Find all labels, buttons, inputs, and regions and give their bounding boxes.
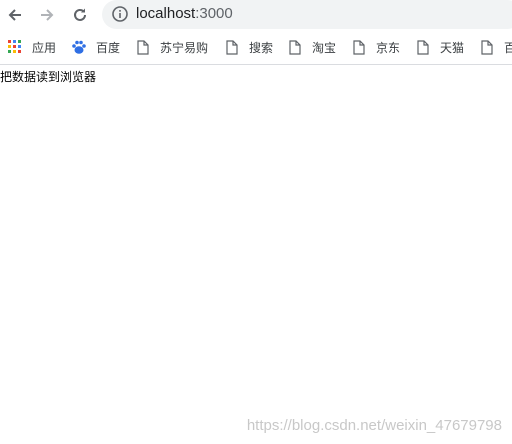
page-icon [351, 39, 367, 55]
page-icon [479, 39, 495, 55]
page-icon [415, 39, 431, 55]
bookmark-taobao[interactable]: 淘宝 [287, 37, 336, 57]
info-icon[interactable] [112, 6, 128, 22]
back-button[interactable] [4, 4, 26, 26]
bookmark-search[interactable]: 搜索 [224, 37, 273, 57]
bookmark-label: 苏宁易购 [160, 40, 209, 55]
page-icon [287, 39, 303, 55]
bookmarks-bar: 应用 百度 苏宁易购 搜索 淘宝 京东 天猫 百 [0, 30, 512, 65]
forward-arrow-icon [41, 9, 54, 21]
page-body-text: 把数据读到浏览器 [0, 70, 97, 84]
bookmark-label: 搜索 [249, 40, 274, 55]
page-icon [135, 39, 151, 55]
url-host: localhost [136, 5, 196, 22]
bookmark-tmall[interactable]: 天猫 [415, 37, 464, 57]
address-bar[interactable]: localhost:3000 [102, 0, 512, 29]
bookmark-more[interactable]: 百 [479, 37, 512, 57]
bookmark-suning[interactable]: 苏宁易购 [135, 37, 208, 57]
reload-button[interactable] [69, 4, 91, 26]
bookmark-label: 百 [504, 40, 512, 55]
bookmark-label: 天猫 [440, 40, 465, 55]
apps-grid-icon [7, 39, 23, 55]
page-icon [224, 39, 240, 55]
baidu-paw-icon [71, 39, 87, 55]
bookmark-label: 应用 [32, 40, 57, 55]
url-port: :3000 [195, 5, 233, 22]
bookmark-label: 淘宝 [312, 40, 337, 55]
url-text: localhost:3000 [136, 5, 233, 23]
bookmark-apps[interactable]: 应用 [7, 37, 56, 57]
bookmark-baidu[interactable]: 百度 [71, 37, 120, 57]
watermark-text: https://blog.csdn.net/weixin_47679798 [246, 417, 502, 434]
browser-toolbar: localhost:3000 [0, 0, 512, 30]
reload-icon [74, 8, 86, 21]
bookmark-jd[interactable]: 京东 [351, 37, 400, 57]
forward-button[interactable] [36, 4, 58, 26]
bookmark-label: 百度 [96, 40, 121, 55]
bookmark-label: 京东 [376, 40, 401, 55]
back-arrow-icon [8, 9, 21, 21]
